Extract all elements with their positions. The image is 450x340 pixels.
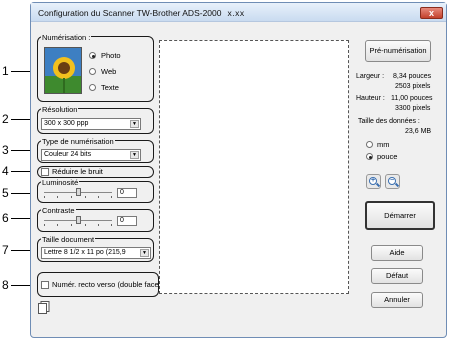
preview-area[interactable] [159,40,349,294]
tick-mark [85,224,86,226]
zoom-in-button[interactable]: + [366,174,381,189]
callout-5: 5 [2,186,9,200]
zoom-handle [375,182,381,188]
unit-inch-radio[interactable] [366,153,373,160]
sunflower-image [45,48,81,93]
callout-7: 7 [2,243,9,257]
photo-thumbnail [44,47,82,94]
resolution-value: 300 x 300 ppp [44,120,89,127]
callout-8: 8 [2,278,9,292]
text-radio[interactable] [89,84,96,91]
duplex-label: Numér. recto verso (double face) [52,280,162,289]
unit-mm-radio[interactable] [366,141,373,148]
callout-2: 2 [2,112,9,126]
tick-mark [44,224,45,226]
tick-mark [98,224,99,226]
doc-size-value: Lettre 8 1/2 x 11 po (215,9 [44,249,126,256]
doc-size-select[interactable]: Lettre 8 1/2 x 11 po (215,9 ▼ [41,247,151,259]
data-size-value: 23,6 MB [405,128,432,135]
unit-mm-label: mm [377,140,390,149]
width-label: Largeur : [356,73,385,80]
contrast-input[interactable]: 0 [117,216,137,226]
contrast-label: Contraste [41,206,76,215]
callout-6: 6 [2,211,9,225]
height-label: Hauteur : [356,95,385,102]
tick-mark [57,224,58,226]
resolution-label: Résolution [41,105,79,114]
scan-mode-select[interactable]: Couleur 24 bits ▼ [41,149,141,161]
width-pixels: 2503 pixels [395,83,431,90]
callout-1: 1 [2,64,9,78]
help-button[interactable]: Aide [371,245,423,261]
zoom-handle [394,182,400,188]
tick-mark [111,196,112,198]
web-option-label: Web [101,67,117,76]
scan-type-label: Numérisation : [41,33,92,42]
version-label: x.xx [227,8,245,18]
doc-size-label: Taille document [41,235,96,244]
prescan-button[interactable]: Pré-numérisation [365,40,431,62]
cancel-button[interactable]: Annuler [371,292,423,308]
callout-4: 4 [2,164,9,178]
unit-inch-label: pouce [377,152,398,161]
tick-mark [71,196,72,198]
tick-mark [98,196,99,198]
scan-mode-label: Type de numérisation [41,137,115,146]
resolution-select[interactable]: 300 x 300 ppp ▼ [41,118,141,130]
height-pixels: 3300 pixels [395,105,431,112]
chevron-down-icon: ▼ [130,151,139,159]
noise-checkbox[interactable] [41,168,49,176]
photo-radio[interactable] [89,52,96,59]
chevron-down-icon: ▼ [140,249,149,257]
duplex-checkbox[interactable] [41,281,49,289]
window-title: Configuration du Scanner TW-Brother ADS-… [38,8,245,18]
chevron-down-icon: ▼ [130,120,139,128]
brightness-input[interactable]: 0 [117,188,137,198]
height-inches: 11,00 pouces [391,95,433,102]
default-button[interactable]: Défaut [371,268,423,284]
tick-mark [71,224,72,226]
text-option-label: Texte [101,83,119,92]
scan-mode-value: Couleur 24 bits [44,151,92,158]
zoom-out-button[interactable]: − [385,174,400,189]
tick-mark [44,196,45,198]
contrast-slider[interactable] [76,216,81,224]
tick-mark [85,196,86,198]
width-inches: 8,34 pouces [393,73,432,80]
web-radio[interactable] [89,68,96,75]
start-button[interactable]: Démarrer [365,201,435,230]
tick-mark [57,196,58,198]
tick-mark [111,224,112,226]
close-button[interactable]: x [420,7,443,19]
brightness-label: Luminosité [41,178,80,187]
photo-option-label: Photo [101,51,121,60]
callout-3: 3 [2,143,9,157]
data-size-label: Taille des données : [358,118,420,125]
duplex-pages-icon [38,301,50,314]
brightness-slider[interactable] [76,188,81,196]
noise-label: Réduire le bruit [52,167,103,176]
